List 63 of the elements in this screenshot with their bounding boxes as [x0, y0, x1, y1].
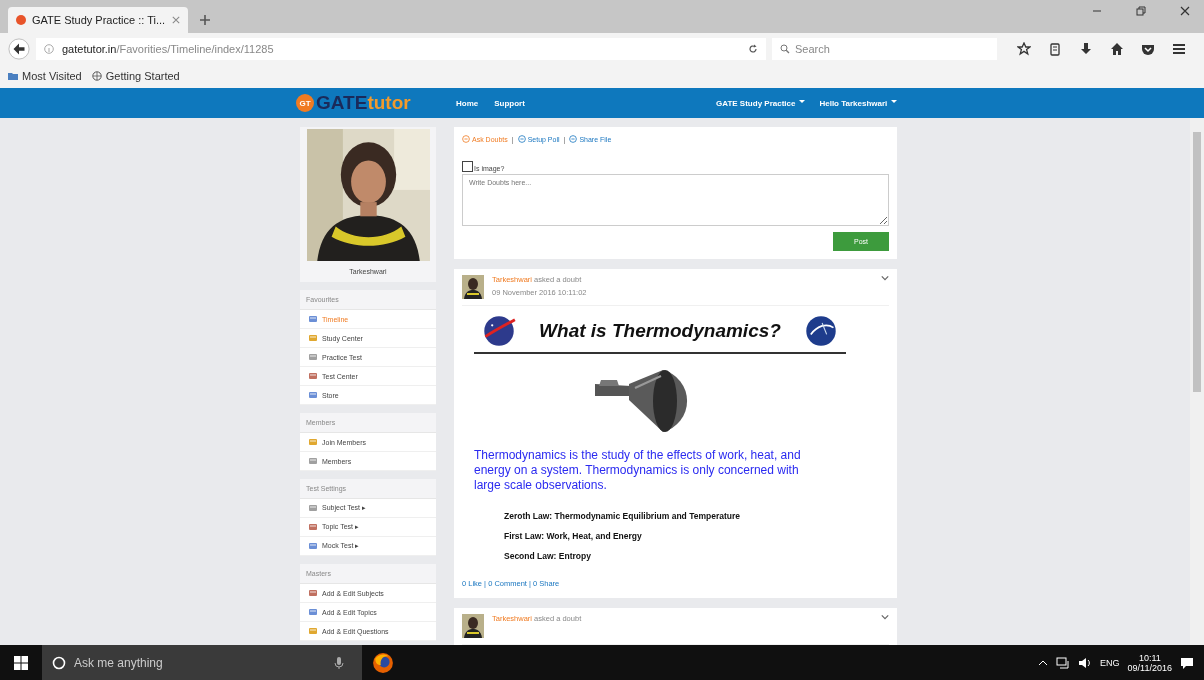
nav-dropdown[interactable]: GATE Study Practice — [716, 98, 806, 108]
network-icon[interactable] — [1056, 655, 1071, 670]
nav-dropdown[interactable]: Hello Tarkeshwari — [819, 98, 898, 108]
browser-app-icon[interactable] — [372, 651, 394, 674]
chevron-down-icon[interactable] — [881, 614, 889, 620]
language-indicator[interactable]: ENG — [1100, 657, 1120, 668]
circle-icon — [517, 135, 526, 143]
logo-badge: GT — [296, 94, 314, 112]
item-icon — [308, 333, 318, 343]
clock-date[interactable]: 09/11/2016 — [1127, 662, 1172, 673]
address-bar[interactable]: gatetutor.in/Favorities/Timeline/index/11285 — [36, 37, 766, 60]
slide-title: What is Thermodynamics? — [539, 320, 781, 342]
item-icon — [308, 456, 318, 466]
clipboard-icon[interactable] — [1048, 41, 1062, 56]
star-icon[interactable] — [1017, 41, 1031, 56]
item-icon — [308, 541, 318, 551]
slide-law-text: First Law: Work, Heat, and Energy — [503, 531, 643, 541]
tab-title: GATE Study Practice :: Ti... — [32, 14, 166, 26]
circle-icon — [462, 135, 470, 143]
speaker-icon[interactable] — [1078, 655, 1093, 670]
circle-icon — [569, 135, 578, 143]
item-icon — [308, 314, 318, 324]
planet-logo-icon — [482, 314, 516, 348]
plus-icon[interactable] — [200, 15, 210, 25]
clock-time[interactable]: 10:11 — [1138, 652, 1161, 663]
circle-icon — [52, 655, 66, 670]
slide-law-text: Second Law: Entropy — [503, 551, 592, 561]
bookmark-link[interactable]: Getting Started — [91, 70, 180, 82]
item-icon — [308, 437, 318, 447]
scrollbar[interactable] — [1190, 118, 1204, 645]
item-icon — [308, 588, 318, 598]
search-icon — [780, 43, 790, 54]
info-icon — [44, 43, 54, 54]
item-icon — [308, 626, 318, 636]
bookmark-link[interactable]: Most Visited — [8, 70, 82, 82]
search-field[interactable]: Search — [772, 37, 997, 60]
taskbar-search-field[interactable]: Ask me anything — [42, 645, 362, 680]
nav-link[interactable]: Support — [494, 98, 525, 108]
microphone-icon[interactable] — [332, 655, 346, 670]
restore-icon[interactable] — [1136, 5, 1146, 16]
globe-logo-icon — [804, 314, 838, 348]
download-icon[interactable] — [1079, 41, 1093, 56]
item-icon — [308, 503, 318, 513]
folder-icon — [8, 71, 18, 81]
chevron-down-icon[interactable] — [881, 275, 889, 281]
nav-link[interactable]: Home — [456, 98, 479, 108]
slide-law-text: Zeroth Law: Thermodynamic Equilibrium and Temperature — [503, 511, 741, 521]
globe-icon — [91, 71, 102, 81]
close-icon[interactable] — [1180, 5, 1190, 16]
windows-start-icon[interactable] — [14, 655, 28, 670]
checkbox[interactable] — [462, 161, 473, 172]
site-favicon-icon — [16, 15, 26, 25]
item-icon — [308, 390, 318, 400]
item-icon — [308, 607, 318, 617]
menu-icon[interactable] — [1172, 41, 1186, 56]
item-icon — [308, 352, 318, 362]
slide-paragraph: Thermodynamics is the study of the effects of work, heat, and energy on a system. Thermodynamics is only concerned with large scale observations. — [474, 448, 802, 493]
reload-icon[interactable] — [748, 43, 758, 54]
notification-icon[interactable] — [1180, 655, 1194, 670]
browser-tab[interactable]: GATE Study Practice :: Ti... — [8, 7, 188, 33]
item-icon — [308, 371, 318, 381]
item-icon — [308, 522, 318, 532]
home-icon[interactable] — [1110, 41, 1124, 56]
